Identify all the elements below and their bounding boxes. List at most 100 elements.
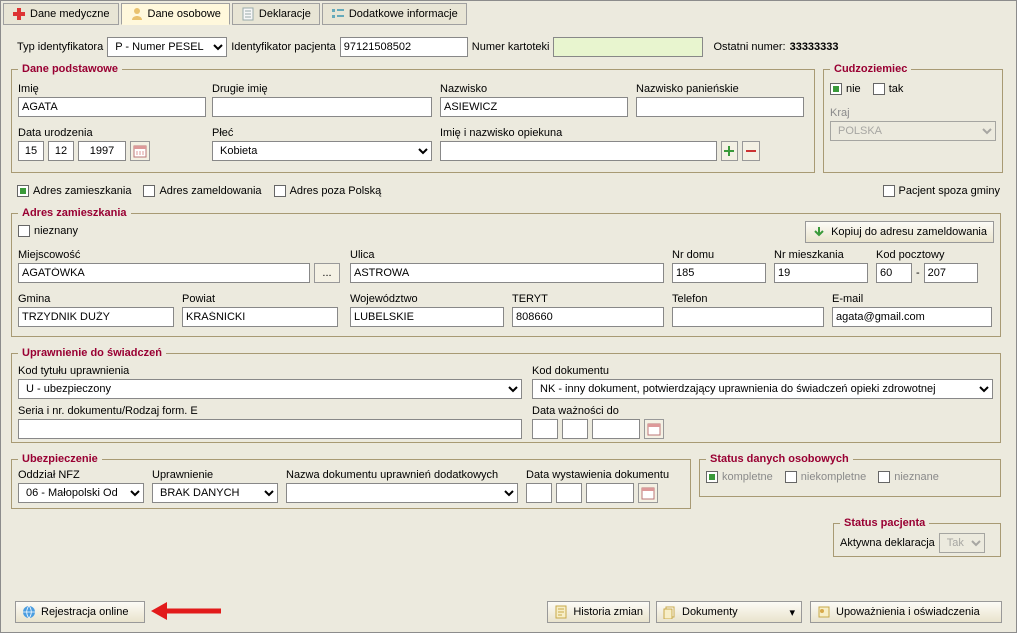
datawyst-calendar-button[interactable] [638,483,658,503]
lbl-kompletne: kompletne [722,471,773,483]
datawazn-r[interactable] [592,419,640,439]
remove-opiekun-button[interactable] [742,141,760,161]
drugie-input[interactable] [212,97,432,117]
woj-input[interactable] [350,307,504,327]
nrdomu-input[interactable] [672,263,766,283]
powiat-label: Powiat [182,293,340,305]
tab-dane-medyczne[interactable]: Dane medyczne [3,3,119,25]
cudzo-nie-check[interactable] [830,83,842,95]
kart-input[interactable] [553,37,703,57]
historia-zmian-button[interactable]: Historia zmian [547,601,650,623]
datawazn-m[interactable] [562,419,588,439]
kopiuj-button[interactable]: Kopiuj do adresu zameldowania [805,221,994,243]
teryt-input[interactable] [512,307,664,327]
datawazn-calendar-button[interactable] [644,419,664,439]
oddzial-select[interactable]: 06 - Małopolski Od [18,483,144,503]
lbl-spoza-gminy: Pacjent spoza gminy [899,185,1001,197]
kart-label: Numer kartoteki [472,41,550,53]
cudzo-tak-check[interactable] [873,83,885,95]
auth-icon [817,605,831,619]
kodtyt-select[interactable]: U - ubezpieczony [18,379,522,399]
data-ur-d[interactable] [18,141,44,161]
koddok-select[interactable]: NK - inny dokument, potwierdzający upraw… [532,379,993,399]
ulica-input[interactable] [350,263,664,283]
tab-label: Deklaracje [259,8,311,20]
plec-label: Płeć [212,127,434,139]
arrow-annotation [151,599,223,623]
nazwisko-input[interactable] [440,97,628,117]
chk-adres-poza[interactable] [274,185,286,197]
upr-select[interactable]: BRAK DANYCH [152,483,278,503]
gmina-label: Gmina [18,293,176,305]
add-opiekun-button[interactable] [721,141,739,161]
chk-nieznane[interactable] [878,471,890,483]
kopiuj-label: Kopiuj do adresu zameldowania [831,226,987,238]
upr-label: Uprawnienie [152,469,280,481]
nrmieszk-input[interactable] [774,263,868,283]
person-icon [130,7,144,21]
powiat-input[interactable] [182,307,338,327]
plec-select[interactable]: Kobieta [212,141,432,161]
typ-id-select[interactable]: P - Numer PESEL [107,37,227,57]
medical-icon [12,7,26,21]
arrow-down-icon [812,225,826,239]
tab-dane-osobowe[interactable]: Dane osobowe [121,3,230,25]
teryt-label: TERYT [512,293,666,305]
dokumenty-button[interactable]: Dokumenty ▾ [656,601,802,623]
opiekun-label: Imię i nazwisko opiekuna [440,127,760,139]
datawyst-d[interactable] [526,483,552,503]
chk-adres-zam[interactable] [17,185,29,197]
tab-label: Dane osobowe [148,8,221,20]
fieldset-status-pacjenta: Status pacjenta Aktywna deklaracja Tak [833,517,1001,557]
imie-input[interactable] [18,97,206,117]
panienskie-label: Nazwisko panieńskie [636,83,806,95]
legend-adres: Adres zamieszkania [18,207,131,219]
data-ur-r[interactable] [78,141,126,161]
opiekun-input[interactable] [440,141,717,161]
chk-spoza-gminy[interactable] [883,185,895,197]
nazwdok-select[interactable] [286,483,518,503]
gmina-input[interactable] [18,307,174,327]
datawazn-d[interactable] [532,419,558,439]
calendar-icon [641,486,655,500]
datawyst-r[interactable] [586,483,634,503]
datawyst-m[interactable] [556,483,582,503]
seria-input[interactable] [18,419,522,439]
kod2-input[interactable] [924,263,978,283]
id-pac-input[interactable] [340,37,468,57]
nrmieszk-label: Nr mieszkania [774,249,870,261]
globe-icon [22,605,36,619]
lbl-niekompletne: niekompletne [801,471,866,483]
panienskie-input[interactable] [636,97,804,117]
upowaznienia-button[interactable]: Upoważnienia i oświadczenia [810,601,1002,623]
fieldset-status-danych: Status danych osobowych kompletne niekom… [699,453,1001,497]
last-num-value: 33333333 [790,41,839,53]
telefon-input[interactable] [672,307,824,327]
fieldset-adres: Adres zamieszkania nieznany Kopiuj do ad… [11,207,1001,337]
legend-cudzoziemiec: Cudzoziemiec [830,63,911,75]
lbl-adres-zam: Adres zamieszkania [33,185,131,197]
woj-label: Województwo [350,293,506,305]
calendar-button[interactable] [130,141,150,161]
nazwisko-label: Nazwisko [440,83,630,95]
cudzo-tak-label: tak [889,83,904,95]
kod1-input[interactable] [876,263,912,283]
miejsc-input[interactable] [18,263,310,283]
tab-label: Dodatkowe informacje [349,8,458,20]
kodtyt-label: Kod tytułu uprawnienia [18,365,524,377]
miejsc-label: Miejscowość [18,249,344,261]
email-input[interactable] [832,307,992,327]
dokumenty-label: Dokumenty [682,606,738,618]
plus-icon [722,144,736,158]
miejsc-lookup-button[interactable]: ... [314,263,340,283]
email-label: E-mail [832,293,996,305]
chk-nieznany[interactable] [18,225,30,237]
tab-deklaracje[interactable]: Deklaracje [232,3,320,25]
chk-niekompletne[interactable] [785,471,797,483]
data-ur-m[interactable] [48,141,74,161]
chk-adres-zamel[interactable] [143,185,155,197]
rejestracja-online-button[interactable]: Rejestracja online [15,601,145,623]
kraj-select: POLSKA [830,121,996,141]
tab-dodatkowe[interactable]: Dodatkowe informacje [322,3,467,25]
chk-kompletne[interactable] [706,471,718,483]
